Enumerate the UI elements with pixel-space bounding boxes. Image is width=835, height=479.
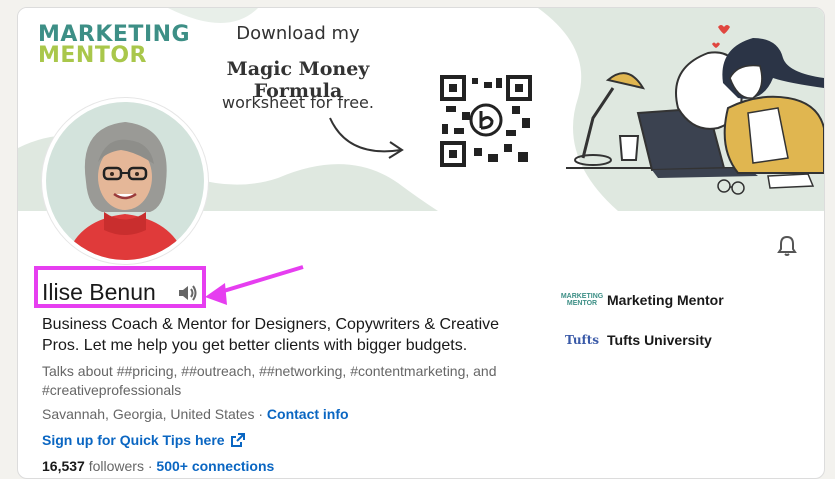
location-separator: · — [254, 406, 267, 422]
annotation-arrow — [205, 265, 304, 305]
quick-tips-label: Sign up for Quick Tips here — [42, 432, 225, 448]
qr-code — [440, 75, 532, 167]
talks-about: Talks about ##pricing, ##outreach, ##net… — [42, 363, 497, 398]
avatar-image — [46, 102, 204, 260]
org-tufts-university[interactable]: Tufts Tufts University — [565, 324, 712, 356]
banner-promo-line3: worksheet for free. — [222, 93, 374, 112]
banner-logo-line2: MENTOR — [38, 43, 147, 68]
speaker-icon[interactable] — [177, 283, 199, 303]
contact-info-link[interactable]: Contact info — [267, 406, 349, 422]
external-link-icon — [230, 433, 245, 447]
location-text: Savannah, Georgia, United States — [42, 406, 255, 422]
marketing-mentor-logo: MARKETING MENTOR — [560, 293, 604, 307]
profile-headline: Business Coach & Mentor for Designers, C… — [42, 316, 500, 354]
profile-avatar[interactable] — [42, 98, 208, 264]
org-name: Tufts University — [607, 332, 712, 348]
bell-icon[interactable] — [775, 234, 799, 258]
tufts-logo: Tufts — [565, 333, 600, 347]
org-marketing-mentor[interactable]: MARKETING MENTOR Marketing Mentor — [560, 284, 724, 316]
quick-tips-link[interactable]: Sign up for Quick Tips here — [42, 432, 245, 448]
org-name: Marketing Mentor — [607, 292, 724, 308]
banner-promo-line1: Download my — [236, 23, 360, 44]
profile-card: MARKETING MENTOR Download my Magic Money… — [17, 7, 825, 479]
location-line: Savannah, Georgia, United States · Conta… — [42, 406, 349, 422]
profile-name: Ilise Benun — [42, 279, 156, 305]
